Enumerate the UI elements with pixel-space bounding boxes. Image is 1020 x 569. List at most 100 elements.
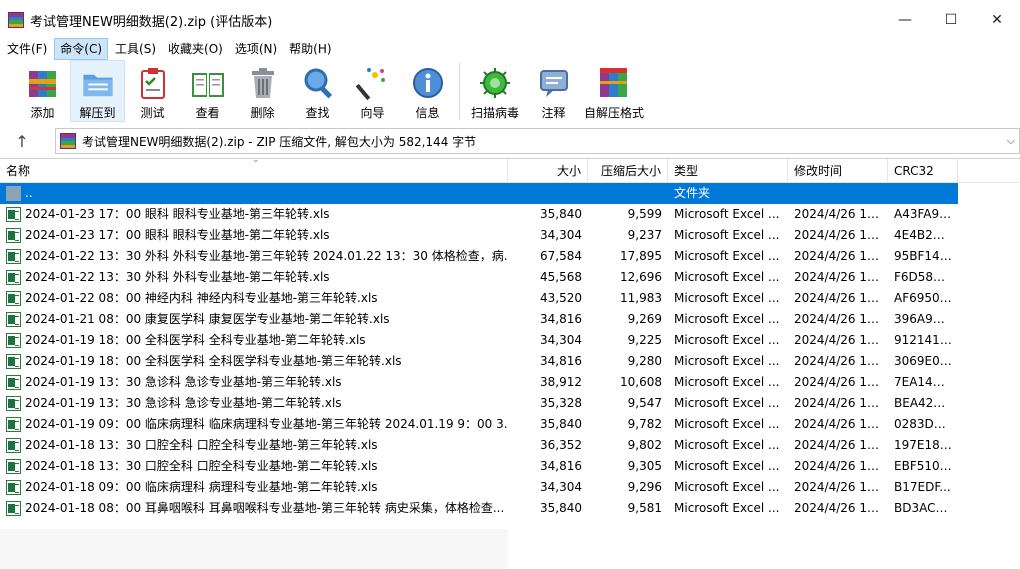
file-row[interactable]: 2024-01-18 08：00 耳鼻咽喉科 耳鼻咽喉科专业基地-第三年轮转 病… bbox=[0, 498, 1020, 519]
delete-button[interactable]: 删除 bbox=[235, 60, 290, 122]
chevron-down-icon[interactable]: ⌵ bbox=[1007, 134, 1015, 148]
column-size[interactable]: 大小 bbox=[508, 159, 588, 183]
file-type: Microsoft Excel ... bbox=[674, 480, 780, 494]
file-type: Microsoft Excel ... bbox=[674, 312, 780, 326]
file-packed-size: 12,696 bbox=[620, 270, 662, 284]
up-arrow-button[interactable]: ↑ bbox=[0, 127, 44, 155]
file-name: 2024-01-21 08：00 康复医学科 康复医学专业基地-第二年轮转.xl… bbox=[25, 312, 390, 326]
file-crc: AF69504F bbox=[894, 291, 955, 305]
file-size: 34,304 bbox=[540, 333, 582, 347]
file-type: Microsoft Excel ... bbox=[674, 396, 780, 410]
maximize-button[interactable]: ☐ bbox=[928, 0, 974, 40]
menu-options[interactable]: 选项(N) bbox=[230, 39, 282, 59]
file-row[interactable]: 2024-01-19 09：00 临床病理科 临床病理科专业基地-第三年轮转 2… bbox=[0, 414, 1020, 435]
row-name-cell: 2024-01-22 13：30 外科 外科专业基地-第三年轮转 2024.01… bbox=[0, 246, 508, 267]
close-button[interactable]: ✕ bbox=[974, 0, 1020, 40]
file-name: 2024-01-19 09：00 临床病理科 临床病理科专业基地-第三年轮转 2… bbox=[25, 417, 508, 431]
menu-tools[interactable]: 工具(S) bbox=[110, 39, 161, 59]
file-crc: 0283D8... bbox=[894, 417, 953, 431]
file-size: 38,912 bbox=[540, 375, 582, 389]
virus-scan-button[interactable]: 扫描病毒 bbox=[464, 60, 526, 122]
file-row[interactable]: 2024-01-22 08：00 神经内科 神经内科专业基地-第三年轮转.xls… bbox=[0, 288, 1020, 309]
sfx-button[interactable]: 自解压格式 bbox=[581, 60, 647, 122]
file-row[interactable]: 2024-01-21 08：00 康复医学科 康复医学专业基地-第二年轮转.xl… bbox=[0, 309, 1020, 330]
file-modified: 2024/4/26 17... bbox=[794, 375, 887, 389]
file-row[interactable]: 2024-01-19 18：00 全科医学科 全科医学科专业基地-第三年轮转.x… bbox=[0, 351, 1020, 372]
row-name-cell: 2024-01-18 09：00 临床病理科 病理科专业基地-第二年轮转.xls bbox=[0, 477, 508, 498]
file-type: Microsoft Excel ... bbox=[674, 249, 780, 263]
file-row[interactable]: 2024-01-18 13：30 口腔全科 口腔全科专业基地-第三年轮转.xls… bbox=[0, 435, 1020, 456]
menu-file[interactable]: 文件(F) bbox=[2, 39, 52, 59]
excel-file-icon bbox=[6, 312, 21, 327]
excel-file-icon bbox=[6, 396, 21, 411]
file-crc: 912141E8 bbox=[894, 333, 956, 347]
add-archive-icon bbox=[28, 71, 56, 97]
file-size: 34,304 bbox=[540, 480, 582, 494]
file-size: 35,840 bbox=[540, 417, 582, 431]
menu-bar: 文件(F) 命令(C) 工具(S) 收藏夹(O) 选项(N) 帮助(H) bbox=[0, 38, 1020, 60]
parent-folder-row[interactable]: .. 文件夹 bbox=[0, 183, 958, 204]
file-row[interactable]: 2024-01-23 17：00 眼科 眼科专业基地-第三年轮转.xls 35,8… bbox=[0, 204, 1020, 225]
excel-file-icon bbox=[6, 207, 21, 222]
file-row[interactable]: 2024-01-22 13：30 外科 外科专业基地-第二年轮转.xls 45,5… bbox=[0, 267, 1020, 288]
column-packed[interactable]: 压缩后大小 bbox=[588, 159, 668, 183]
file-type: Microsoft Excel ... bbox=[674, 438, 780, 452]
file-crc: 3069E062 bbox=[894, 354, 956, 368]
file-modified: 2024/4/26 17... bbox=[794, 270, 887, 284]
row-name-cell: 2024-01-23 17：00 眼科 眼科专业基地-第二年轮转.xls bbox=[0, 225, 508, 246]
file-crc: 7EA1404B bbox=[894, 375, 957, 389]
row-crc-cell bbox=[888, 183, 958, 204]
column-type[interactable]: 类型 bbox=[668, 159, 788, 183]
minimize-button[interactable]: — bbox=[882, 0, 928, 40]
file-modified: 2024/4/26 17... bbox=[794, 438, 887, 452]
menu-favorites[interactable]: 收藏夹(O) bbox=[163, 39, 228, 59]
extract-folder-icon bbox=[82, 74, 113, 97]
file-type: Microsoft Excel ... bbox=[674, 501, 780, 515]
excel-file-icon bbox=[6, 249, 21, 264]
row-modified-cell bbox=[788, 183, 888, 204]
virus-bug-icon bbox=[480, 68, 510, 98]
file-row[interactable]: 2024-01-23 17：00 眼科 眼科专业基地-第二年轮转.xls 34,3… bbox=[0, 225, 1020, 246]
file-name: 2024-01-19 13：30 急诊科 急诊专业基地-第二年轮转.xls bbox=[25, 396, 342, 410]
menu-commands[interactable]: 命令(C) bbox=[54, 38, 109, 60]
info-button[interactable]: 信息 bbox=[400, 60, 455, 122]
comment-label: 注释 bbox=[541, 106, 566, 120]
file-row[interactable]: 2024-01-19 13：30 急诊科 急诊专业基地-第三年轮转.xls 38,… bbox=[0, 372, 1020, 393]
file-crc: BD3AC3... bbox=[894, 501, 955, 515]
test-clipboard-icon bbox=[140, 68, 165, 99]
file-crc: 396A9517 bbox=[894, 312, 956, 326]
file-modified: 2024/4/26 17... bbox=[794, 417, 887, 431]
extract-to-label: 解压到 bbox=[79, 106, 116, 120]
file-size: 45,568 bbox=[540, 270, 582, 284]
row-name-cell: 2024-01-19 18：00 全科医学科 全科专业基地-第二年轮转.xls bbox=[0, 330, 508, 351]
add-button[interactable]: 添加 bbox=[15, 60, 70, 122]
menu-help[interactable]: 帮助(H) bbox=[284, 39, 336, 59]
file-row[interactable]: 2024-01-19 13：30 急诊科 急诊专业基地-第二年轮转.xls 35,… bbox=[0, 393, 1020, 414]
find-button[interactable]: 查找 bbox=[290, 60, 345, 122]
comment-button[interactable]: 注释 bbox=[526, 60, 581, 122]
toolbar: 添加 解压到 测试 查看 删除 查找 向导 信息 扫描病毒 注释 自解压格式 bbox=[0, 60, 1020, 124]
file-type: Microsoft Excel ... bbox=[674, 333, 780, 347]
file-type: Microsoft Excel ... bbox=[674, 417, 780, 431]
view-button[interactable]: 查看 bbox=[180, 60, 235, 122]
column-crc[interactable]: CRC32 bbox=[888, 159, 958, 183]
column-modified[interactable]: 修改时间 bbox=[788, 159, 888, 183]
file-row[interactable]: 2024-01-18 09：00 临床病理科 病理科专业基地-第二年轮转.xls… bbox=[0, 477, 1020, 498]
file-name: 2024-01-18 08：00 耳鼻咽喉科 耳鼻咽喉科专业基地-第三年轮转 病… bbox=[25, 501, 505, 515]
row-name-cell: .. bbox=[0, 183, 508, 204]
file-row[interactable]: 2024-01-22 13：30 外科 外科专业基地-第三年轮转 2024.01… bbox=[0, 246, 1020, 267]
search-icon bbox=[304, 68, 332, 99]
file-row[interactable]: 2024-01-18 13：30 口腔全科 口腔全科专业基地-第二年轮转.xls… bbox=[0, 456, 1020, 477]
file-modified: 2024/4/26 17... bbox=[794, 396, 887, 410]
extract-to-button[interactable]: 解压到 bbox=[70, 60, 125, 122]
path-field[interactable]: 考试管理NEW明细数据(2).zip - ZIP 压缩文件, 解包大小为 582… bbox=[55, 128, 1020, 154]
file-name: 2024-01-18 09：00 临床病理科 病理科专业基地-第二年轮转.xls bbox=[25, 480, 378, 494]
file-modified: 2024/4/26 17... bbox=[794, 501, 887, 515]
file-packed-size: 10,608 bbox=[620, 375, 662, 389]
file-packed-size: 9,782 bbox=[627, 417, 662, 431]
wizard-button[interactable]: 向导 bbox=[345, 60, 400, 122]
file-row[interactable]: 2024-01-19 18：00 全科医学科 全科专业基地-第二年轮转.xls 3… bbox=[0, 330, 1020, 351]
row-name-cell: 2024-01-22 08：00 神经内科 神经内科专业基地-第三年轮转.xls bbox=[0, 288, 508, 309]
test-button[interactable]: 测试 bbox=[125, 60, 180, 122]
row-name-cell: 2024-01-22 13：30 外科 外科专业基地-第二年轮转.xls bbox=[0, 267, 508, 288]
